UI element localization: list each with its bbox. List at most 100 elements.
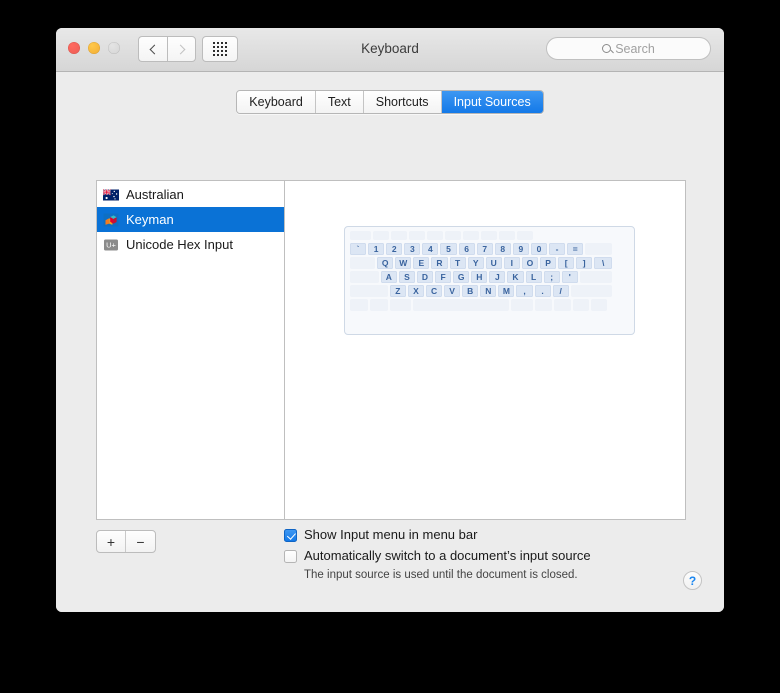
- key-blank[interactable]: [350, 299, 368, 311]
- key-H[interactable]: H: [471, 271, 488, 283]
- key-F[interactable]: F: [435, 271, 452, 283]
- list-item-australian[interactable]: Australian: [97, 182, 284, 207]
- key-blank[interactable]: [481, 231, 498, 240]
- key-blank[interactable]: [350, 257, 376, 269]
- key--[interactable]: -: [549, 243, 566, 255]
- key-blank[interactable]: [350, 285, 388, 297]
- key-9[interactable]: 9: [512, 243, 529, 255]
- key-O[interactable]: O: [521, 257, 538, 269]
- help-button[interactable]: ?: [683, 571, 702, 590]
- key-'[interactable]: ': [561, 271, 578, 283]
- key-3[interactable]: 3: [404, 243, 421, 255]
- key-blank[interactable]: [579, 271, 613, 283]
- add-input-source-button[interactable]: +: [97, 531, 126, 552]
- search-field[interactable]: Search: [546, 37, 711, 60]
- option-hint-text: The input source is used until the docum…: [304, 569, 578, 581]
- key-blank[interactable]: [369, 299, 388, 311]
- key-6[interactable]: 6: [458, 243, 475, 255]
- key-T[interactable]: T: [449, 257, 466, 269]
- key-G[interactable]: G: [453, 271, 470, 283]
- unicode-hex-icon: U+: [103, 237, 119, 253]
- key-X[interactable]: X: [407, 285, 424, 297]
- option-show-input-menu[interactable]: Show Input menu in menu bar: [284, 527, 591, 543]
- key-blank[interactable]: [350, 271, 379, 283]
- key-blank[interactable]: [463, 231, 480, 240]
- key-P[interactable]: P: [539, 257, 557, 269]
- australian-flag-icon: [102, 187, 119, 203]
- key-5[interactable]: 5: [440, 243, 457, 255]
- checkbox-auto-switch[interactable]: [284, 550, 297, 563]
- key-blank[interactable]: [413, 299, 510, 311]
- key-D[interactable]: D: [416, 271, 434, 283]
- key-blank[interactable]: [408, 231, 425, 240]
- key-0[interactable]: 0: [530, 243, 548, 255]
- key-blank[interactable]: [426, 231, 443, 240]
- key-Z[interactable]: Z: [389, 285, 406, 297]
- key-R[interactable]: R: [431, 257, 448, 269]
- key-W[interactable]: W: [395, 257, 412, 269]
- options-group: Show Input menu in menu bar Automaticall…: [284, 527, 591, 581]
- key-blank[interactable]: [390, 231, 407, 240]
- key-blank[interactable]: [499, 231, 516, 240]
- key-[[interactable]: [: [558, 257, 575, 269]
- key-blank[interactable]: [572, 299, 589, 311]
- key-;[interactable]: ;: [543, 271, 560, 283]
- keyboard-preview-area: ` 1 2 3 4 5 6 7 8 9 0- = Q W E R T Y U I O P[] \ A S D F G H J K L; ' Z X C…: [285, 181, 685, 519]
- keyman-icon: [103, 212, 119, 228]
- key-blank[interactable]: [590, 299, 607, 311]
- key-=[interactable]: =: [567, 243, 584, 255]
- key-\[interactable]: \: [594, 257, 613, 269]
- key-M[interactable]: M: [498, 285, 515, 297]
- key-C[interactable]: C: [426, 285, 443, 297]
- checkbox-show-input-menu[interactable]: [284, 529, 297, 542]
- key-blank[interactable]: [534, 299, 553, 311]
- key-N[interactable]: N: [480, 285, 497, 297]
- key-blank[interactable]: [570, 285, 613, 297]
- key-blank[interactable]: [389, 299, 412, 311]
- key-Q[interactable]: Q: [377, 257, 394, 269]
- window-body: Keyboard Text Shortcuts Input Sources Au…: [56, 72, 724, 612]
- remove-input-source-button[interactable]: −: [126, 531, 155, 552]
- function-row: [350, 231, 629, 240]
- key-blank[interactable]: [554, 299, 571, 311]
- key-J[interactable]: J: [489, 271, 506, 283]
- key-E[interactable]: E: [413, 257, 430, 269]
- key-/[interactable]: /: [552, 285, 569, 297]
- option-label: Automatically switch to a document’s inp…: [304, 548, 591, 563]
- key-blank[interactable]: [350, 231, 371, 240]
- key-8[interactable]: 8: [494, 243, 511, 255]
- list-item-label: Keyman: [126, 212, 174, 227]
- key-A[interactable]: A: [380, 271, 397, 283]
- key-I[interactable]: I: [503, 257, 520, 269]
- key-][interactable]: ]: [576, 257, 593, 269]
- key-K[interactable]: K: [507, 271, 524, 283]
- key-,[interactable]: ,: [516, 285, 533, 297]
- list-item-unicode-hex-input[interactable]: U+ Unicode Hex Input: [97, 232, 284, 257]
- key-4[interactable]: 4: [422, 243, 439, 255]
- key-L[interactable]: L: [525, 271, 542, 283]
- key-V[interactable]: V: [444, 285, 461, 297]
- key-B[interactable]: B: [462, 285, 479, 297]
- key-blank[interactable]: [517, 231, 534, 240]
- tab-shortcuts[interactable]: Shortcuts: [363, 91, 442, 113]
- key-blank[interactable]: [585, 243, 613, 255]
- key-1[interactable]: 1: [368, 243, 385, 255]
- option-label: Show Input menu in menu bar: [304, 527, 478, 542]
- tab-strip: Keyboard Text Shortcuts Input Sources: [236, 90, 544, 114]
- key-blank[interactable]: [445, 231, 462, 240]
- key-blank[interactable]: [372, 231, 389, 240]
- key-blank[interactable]: [511, 299, 533, 311]
- input-source-list[interactable]: Australian Keyman U+ Unicode Hex Input: [97, 181, 285, 519]
- key-Y[interactable]: Y: [467, 257, 484, 269]
- key-`[interactable]: `: [350, 243, 367, 255]
- tab-text[interactable]: Text: [315, 91, 364, 113]
- list-item-keyman[interactable]: Keyman: [97, 207, 284, 232]
- tab-keyboard[interactable]: Keyboard: [237, 91, 316, 113]
- key-S[interactable]: S: [398, 271, 415, 283]
- tab-input-sources[interactable]: Input Sources: [441, 91, 543, 113]
- key-7[interactable]: 7: [476, 243, 493, 255]
- key-.[interactable]: .: [534, 285, 551, 297]
- key-U[interactable]: U: [485, 257, 502, 269]
- key-2[interactable]: 2: [386, 243, 403, 255]
- option-auto-switch[interactable]: Automatically switch to a document’s inp…: [284, 548, 591, 564]
